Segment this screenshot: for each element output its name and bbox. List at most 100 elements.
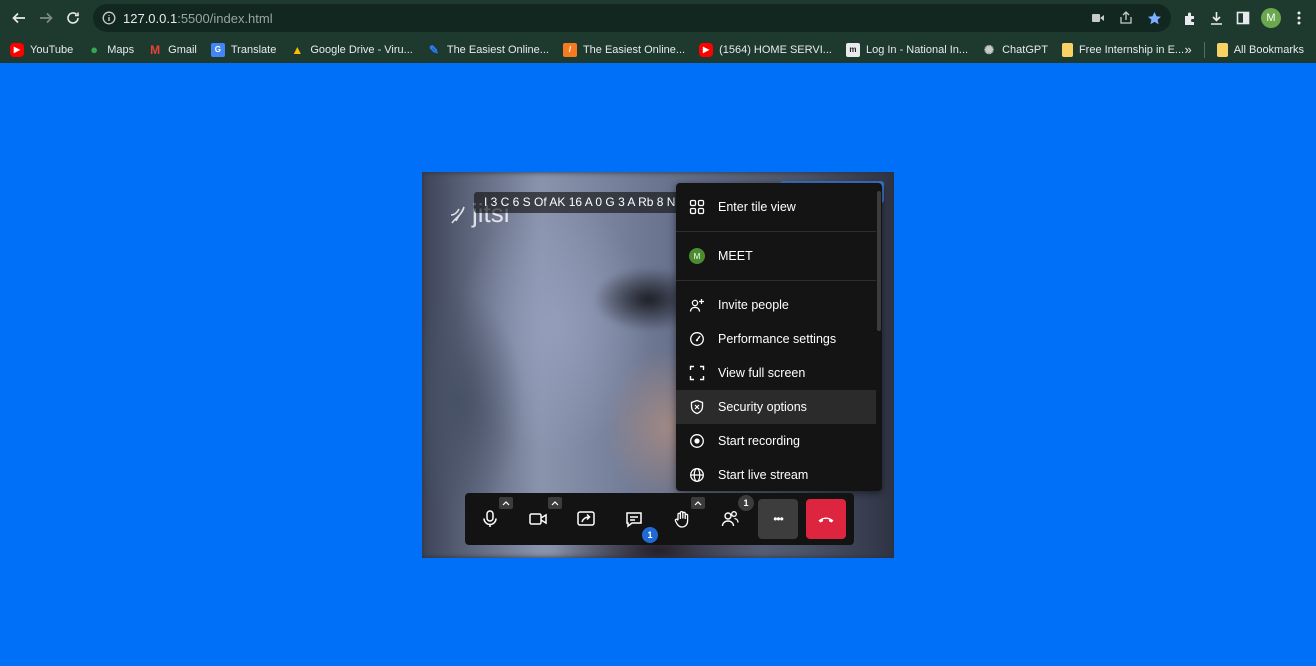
bookmark-icon <box>1061 42 1073 57</box>
url-text: 127.0.0.1:5500/index.html <box>123 11 273 26</box>
app-icon: / <box>562 42 577 57</box>
chevron-up-icon <box>694 500 702 505</box>
divider <box>1203 41 1205 58</box>
maps-icon: ● <box>90 42 99 57</box>
bookmarks-bar: ▶ YouTube ● Maps M Gmail G Translate ▲ Google… <box>0 36 1316 63</box>
kebab-menu-icon[interactable] <box>1290 9 1308 27</box>
menu-item-fullscreen[interactable]: View full screen <box>676 356 876 390</box>
menu-scrollbar[interactable] <box>877 191 881 331</box>
bookmark-label: Google Drive - Viru... <box>310 43 413 56</box>
hand-icon <box>674 511 689 528</box>
share-icon[interactable] <box>1117 9 1135 27</box>
microphone-options-caret[interactable] <box>499 497 513 509</box>
camera-icon[interactable] <box>1089 9 1107 27</box>
more-dots-icon: ••• <box>773 512 784 526</box>
chevron-up-icon <box>502 500 510 505</box>
menu-item-label: View full screen <box>718 366 806 380</box>
url-host: 127.0.0.1 <box>123 10 178 26</box>
folder-icon <box>1216 42 1228 57</box>
menu-item-live-stream[interactable]: Start live stream <box>676 458 876 491</box>
menu-item-recording[interactable]: Start recording <box>676 424 876 458</box>
reload-button[interactable] <box>59 4 87 32</box>
browser-toolbar: 127.0.0.1:5500/index.html M <box>0 0 1316 36</box>
bookmark-chatgpt[interactable]: ✺ ChatGPT <box>982 43 1048 57</box>
record-icon <box>676 433 718 449</box>
menu-item-participant[interactable]: M MEET <box>676 239 876 273</box>
extensions-icon[interactable] <box>1180 9 1198 27</box>
menu-divider <box>676 280 876 281</box>
address-bar[interactable]: 127.0.0.1:5500/index.html <box>93 4 1171 32</box>
site-info-icon[interactable] <box>95 11 123 25</box>
bookmark-internship[interactable]: Free Internship in E... <box>1061 42 1185 57</box>
bookmark-label: The Easiest Online... <box>446 43 549 56</box>
meeting-stage: jitsi I 3 C 6 S Of AK 16 A 0 G 3 A Rb 8 … <box>422 172 894 558</box>
back-button[interactable] <box>5 4 33 32</box>
gauge-icon <box>676 331 718 347</box>
menu-item-tile-view[interactable]: Enter tile view <box>676 190 876 224</box>
profile-avatar[interactable]: M <box>1261 8 1281 28</box>
building-icon: m <box>845 42 860 57</box>
bookmark-youtube[interactable]: ▶ YouTube <box>10 42 74 57</box>
star-icon[interactable] <box>1145 9 1163 27</box>
bookmark-label: Gmail <box>168 43 197 56</box>
pen-icon: ✎ <box>428 42 439 57</box>
reload-icon <box>67 12 79 24</box>
arrow-left-icon <box>12 12 25 24</box>
bookmark-gmail[interactable]: M Gmail <box>148 43 197 57</box>
menu-item-label: Start live stream <box>718 468 809 482</box>
hangup-icon <box>818 517 834 523</box>
bookmark-maps[interactable]: ● Maps <box>87 42 134 57</box>
reactions-caret[interactable] <box>691 497 705 509</box>
youtube-icon: ▶ <box>699 42 714 57</box>
bookmark-label: YouTube <box>30 43 74 56</box>
forward-button[interactable] <box>32 4 60 32</box>
meeting-toolbar: 1 1 ••• <box>465 493 854 545</box>
bookmark-label: Free Internship in E... <box>1078 43 1185 56</box>
menu-item-invite[interactable]: Invite people <box>676 288 876 322</box>
bookmark-home-services[interactable]: ▶ (1564) HOME SERVI... <box>699 42 832 57</box>
menu-item-performance[interactable]: Performance settings <box>676 322 876 356</box>
bookmark-easiest-online-2[interactable]: / The Easiest Online... <box>562 42 686 57</box>
menu-item-label: Security options <box>718 400 807 414</box>
hangup-button[interactable] <box>806 499 846 539</box>
bookmark-translate[interactable]: G Translate <box>210 42 277 57</box>
bookmark-label: Log In - National In... <box>865 43 969 56</box>
bookmark-label: Translate <box>230 43 277 56</box>
shield-icon <box>676 399 718 415</box>
room-name-label: I 3 C 6 S Of AK 16 A 0 G 3 A Rb 8 N <box>474 192 686 213</box>
bookmark-label: ChatGPT <box>1002 43 1048 56</box>
youtube-icon: ▶ <box>10 42 24 57</box>
bookmark-label: The Easiest Online... <box>582 43 686 56</box>
url-path: :5500/index.html <box>177 10 273 26</box>
all-bookmarks-button[interactable]: All Bookmarks <box>1216 42 1304 57</box>
drive-icon: ▲ <box>291 42 304 57</box>
download-icon[interactable] <box>1207 9 1225 27</box>
side-panel-icon[interactable] <box>1234 9 1252 27</box>
menu-item-label: Enter tile view <box>718 200 796 214</box>
arrow-right-icon <box>40 12 53 24</box>
all-bookmarks-label: All Bookmarks <box>1233 43 1304 56</box>
fullscreen-icon <box>676 365 718 381</box>
globe-icon <box>676 467 718 483</box>
gmail-icon: M <box>150 42 161 57</box>
more-actions-menu: Enter tile view M MEET Invite people Per… <box>676 183 882 491</box>
participant-name: MEET <box>718 249 753 263</box>
bookmarks-overflow-button[interactable]: » <box>1184 42 1191 57</box>
more-actions-button[interactable]: ••• <box>758 499 798 539</box>
video-camera-icon <box>529 513 547 525</box>
bookmark-easiest-online-1[interactable]: ✎ The Easiest Online... <box>427 43 549 57</box>
chatgpt-icon: ✺ <box>984 42 995 57</box>
participant-avatar: M <box>689 248 705 264</box>
participants-icon <box>721 511 739 527</box>
add-person-icon <box>676 297 718 313</box>
menu-item-security[interactable]: Security options <box>676 390 876 424</box>
jitsi-logo-icon <box>450 206 465 223</box>
camera-options-caret[interactable] <box>548 497 562 509</box>
bookmark-drive[interactable]: ▲ Google Drive - Viru... <box>290 42 413 57</box>
menu-item-label: Invite people <box>718 298 789 312</box>
screenshare-button[interactable] <box>566 499 606 539</box>
participants-count-badge: 1 <box>738 495 754 511</box>
translate-icon: G <box>210 42 225 57</box>
chat-icon <box>626 512 642 528</box>
bookmark-national[interactable]: m Log In - National In... <box>845 42 969 57</box>
